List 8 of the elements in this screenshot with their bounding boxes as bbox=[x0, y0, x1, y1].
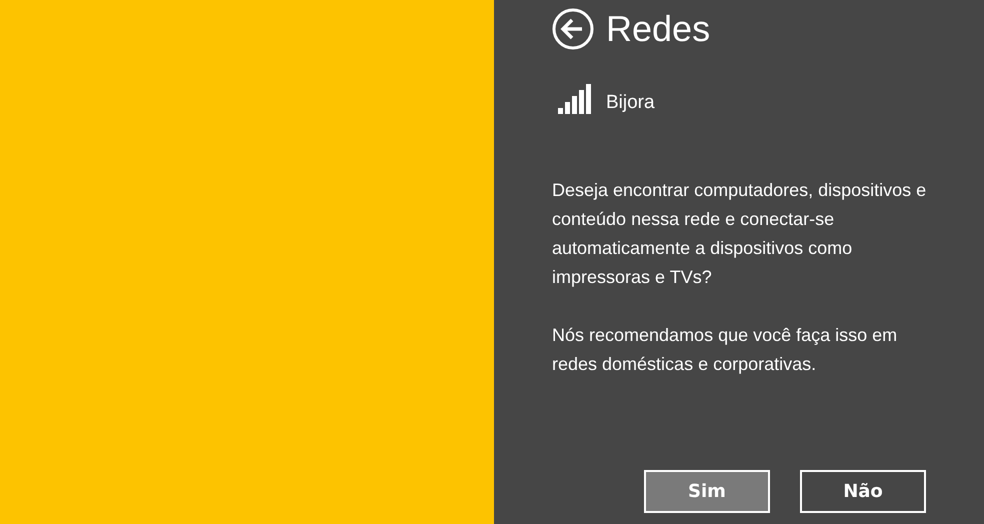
back-icon[interactable] bbox=[552, 8, 594, 50]
signal-icon bbox=[558, 84, 592, 114]
choice-button[interactable]: Não bbox=[800, 470, 926, 513]
message-text: Deseja encontrar computadores, dispositivos e conteúdo nessa rede e conectar-se automaticamente a dispositivos como impressoras e TVs? bbox=[552, 179, 928, 289]
choice-button[interactable]: Sim bbox=[644, 470, 770, 513]
network-name[interactable]: Bijora bbox=[606, 92, 655, 114]
panel-title: Redes bbox=[606, 8, 710, 50]
message-text: Nós recomendamos que você faça isso em redes domésticas e corporativas. bbox=[552, 324, 898, 376]
